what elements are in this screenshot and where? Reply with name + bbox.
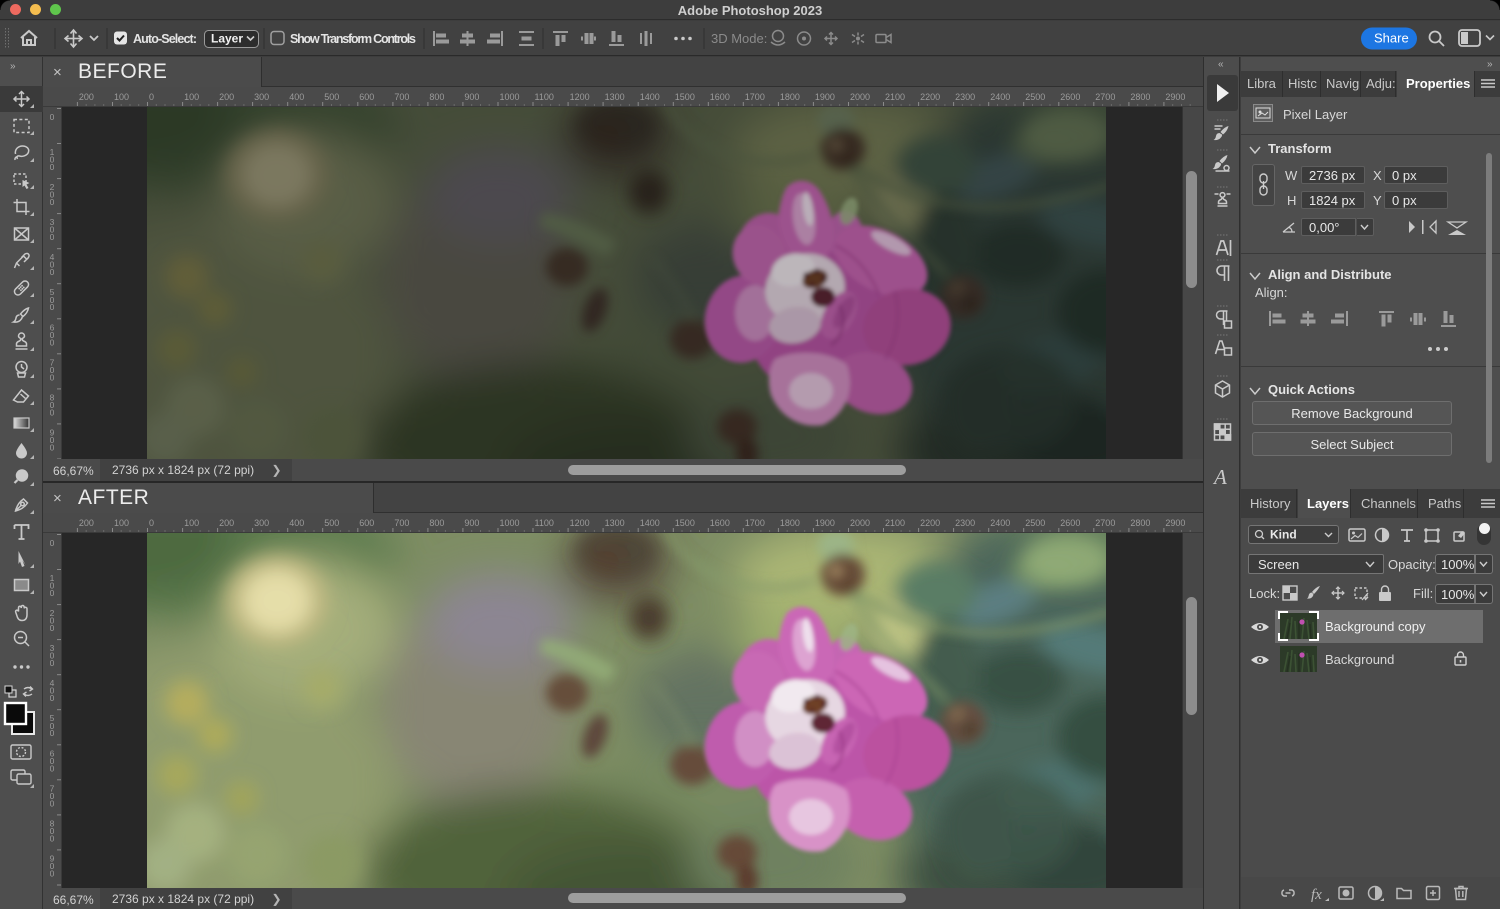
svg-text:2600: 2600: [1060, 92, 1080, 102]
svg-text:0: 0: [50, 763, 55, 773]
svg-text:0: 0: [50, 538, 55, 548]
svg-text:900: 900: [464, 518, 479, 528]
svg-text:600: 600: [359, 92, 374, 102]
svg-text:700: 700: [394, 92, 409, 102]
svg-text:0: 0: [50, 407, 55, 417]
svg-text:2400: 2400: [990, 92, 1010, 102]
svg-text:1500: 1500: [675, 518, 695, 528]
svg-text:1000: 1000: [500, 92, 520, 102]
svg-text:1900: 1900: [815, 518, 835, 528]
svg-text:2500: 2500: [1025, 92, 1045, 102]
svg-text:2300: 2300: [955, 92, 975, 102]
svg-text:1600: 1600: [710, 518, 730, 528]
svg-text:2200: 2200: [920, 518, 940, 528]
svg-text:2300: 2300: [955, 518, 975, 528]
svg-text:1200: 1200: [570, 518, 590, 528]
svg-text:2700: 2700: [1095, 92, 1115, 102]
svg-text:Share: Share: [1374, 31, 1409, 46]
svg-text:Auto-Select:: Auto-Select:: [133, 32, 197, 46]
svg-text:2900: 2900: [1165, 92, 1185, 102]
svg-text:Kind: Kind: [1270, 528, 1297, 542]
svg-text:1400: 1400: [640, 518, 660, 528]
svg-text:0: 0: [50, 337, 55, 347]
svg-text:0: 0: [50, 267, 55, 277]
svg-text:0: 0: [50, 588, 55, 598]
svg-text:1000: 1000: [500, 518, 520, 528]
svg-text:1900: 1900: [815, 92, 835, 102]
svg-text:0: 0: [50, 162, 55, 172]
svg-text:800: 800: [429, 518, 444, 528]
svg-text:200: 200: [219, 92, 234, 102]
svg-text:1200: 1200: [570, 92, 590, 102]
svg-text:0: 0: [50, 658, 55, 668]
svg-text:0: 0: [50, 112, 55, 122]
svg-text:1800: 1800: [780, 92, 800, 102]
svg-text:2500: 2500: [1025, 518, 1045, 528]
svg-text:100: 100: [184, 518, 199, 528]
svg-text:0: 0: [50, 798, 55, 808]
svg-text:200: 200: [219, 518, 234, 528]
svg-text:0: 0: [149, 518, 154, 528]
svg-text:2600: 2600: [1060, 518, 1080, 528]
svg-text:Layer: Layer: [211, 32, 243, 46]
svg-text:0: 0: [50, 623, 55, 633]
svg-text:2800: 2800: [1130, 92, 1150, 102]
svg-text:500: 500: [324, 518, 339, 528]
svg-text:0: 0: [149, 92, 154, 102]
svg-text:Show Transform Controls: Show Transform Controls: [290, 32, 416, 46]
svg-text:3D Mode:: 3D Mode:: [711, 31, 767, 46]
svg-text:2100: 2100: [885, 92, 905, 102]
svg-text:2100: 2100: [885, 518, 905, 528]
svg-text:2200: 2200: [920, 92, 940, 102]
svg-text:1700: 1700: [745, 518, 765, 528]
svg-text:fx: fx: [1311, 887, 1322, 903]
svg-text:A: A: [1212, 465, 1227, 489]
svg-text:800: 800: [429, 92, 444, 102]
svg-text:0: 0: [50, 302, 55, 312]
svg-text:«: «: [1218, 59, 1224, 70]
svg-text:0: 0: [50, 197, 55, 207]
svg-text:300: 300: [254, 92, 269, 102]
svg-text:2800: 2800: [1130, 518, 1150, 528]
svg-text:1800: 1800: [780, 518, 800, 528]
svg-text:400: 400: [289, 92, 304, 102]
svg-text:1300: 1300: [605, 92, 625, 102]
svg-text:100: 100: [114, 92, 129, 102]
svg-text:0: 0: [50, 868, 55, 878]
svg-text:2000: 2000: [850, 518, 870, 528]
svg-text:300: 300: [254, 518, 269, 528]
svg-text:0: 0: [50, 728, 55, 738]
svg-text:1100: 1100: [535, 92, 554, 102]
svg-text:600: 600: [359, 518, 374, 528]
svg-text:1600: 1600: [710, 92, 730, 102]
svg-text:400: 400: [289, 518, 304, 528]
svg-text:2400: 2400: [990, 518, 1010, 528]
svg-text:2900: 2900: [1165, 518, 1185, 528]
svg-text:0: 0: [50, 693, 55, 703]
svg-text:200: 200: [79, 518, 94, 528]
svg-text:1700: 1700: [745, 92, 765, 102]
svg-text:0: 0: [50, 372, 55, 382]
svg-text:1100: 1100: [535, 518, 554, 528]
svg-text:700: 700: [394, 518, 409, 528]
svg-text:1400: 1400: [640, 92, 660, 102]
svg-text:0: 0: [50, 232, 55, 242]
svg-text:900: 900: [464, 92, 479, 102]
svg-text:1500: 1500: [675, 92, 695, 102]
svg-text:0: 0: [50, 442, 55, 452]
svg-text:100: 100: [114, 518, 129, 528]
svg-text:2700: 2700: [1095, 518, 1115, 528]
svg-text:0: 0: [50, 833, 55, 843]
svg-text:»: »: [10, 61, 16, 72]
svg-text:500: 500: [324, 92, 339, 102]
svg-text:200: 200: [79, 92, 94, 102]
svg-text:2000: 2000: [850, 92, 870, 102]
svg-text:1300: 1300: [605, 518, 625, 528]
svg-text:100: 100: [184, 92, 199, 102]
